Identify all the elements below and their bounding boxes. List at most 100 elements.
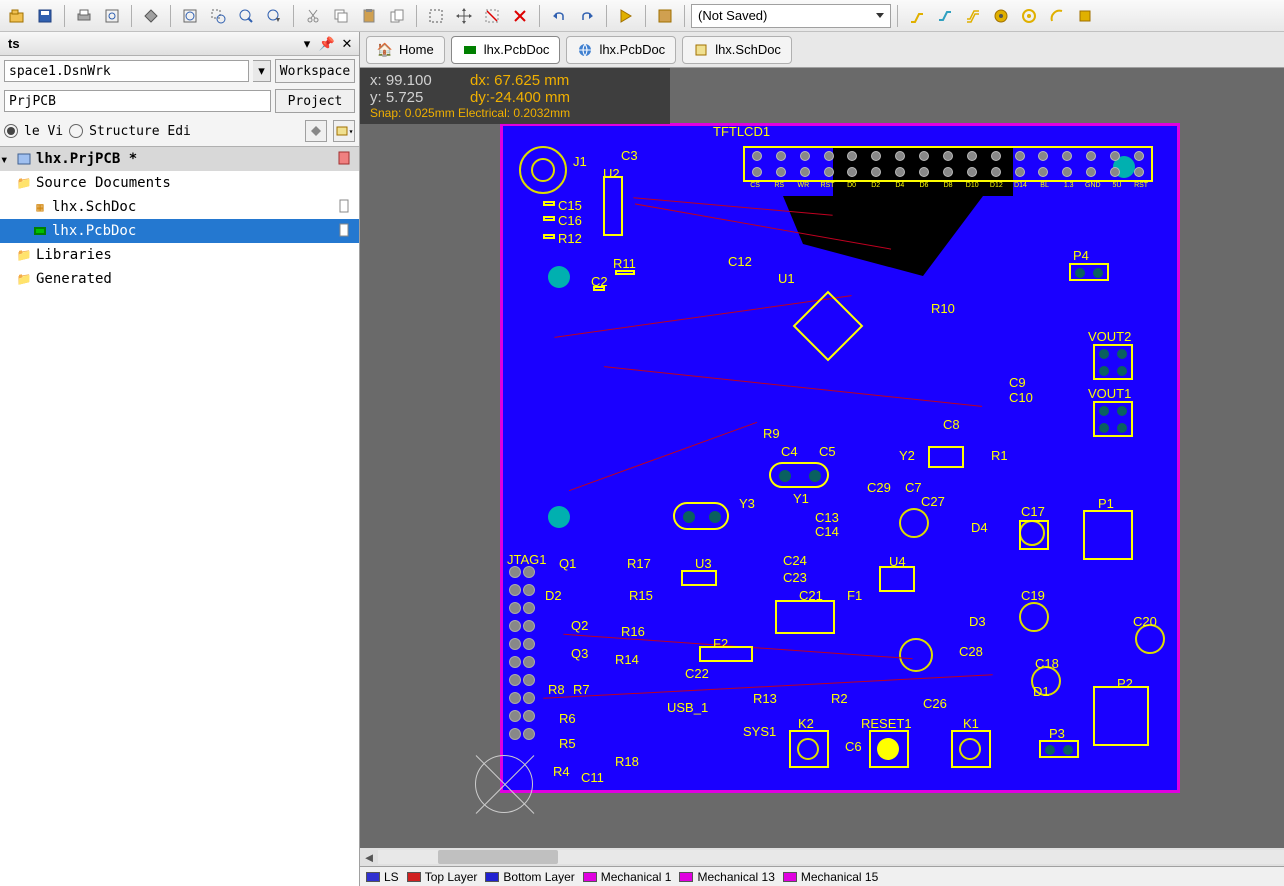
button-reset1 — [869, 730, 909, 768]
pcb-board[interactable]: TFTLCD1 CSRSWRRSTD0D2D4D6D8D10D12D14BL1.… — [500, 123, 1180, 793]
preview-icon[interactable] — [99, 3, 125, 29]
save-icon[interactable] — [32, 3, 58, 29]
panel-titlebar: ts ▾ 📌 ✕ — [0, 32, 359, 56]
coordinate-display: x: 99.100dx: 67.625 mm y: 5.725dy:-24.40… — [360, 68, 670, 124]
route-icon[interactable] — [904, 3, 930, 29]
radio-file-view[interactable] — [4, 124, 18, 138]
home-icon: 🏠 — [377, 42, 393, 58]
pad-icon[interactable] — [1016, 3, 1042, 29]
duplicate-icon[interactable] — [384, 3, 410, 29]
close-icon[interactable]: ✕ — [339, 36, 355, 52]
altium-icon[interactable] — [652, 3, 678, 29]
tab-home[interactable]: 🏠 Home — [366, 36, 445, 64]
connector-tftlcd1 — [743, 146, 1153, 182]
ic-u2 — [603, 176, 623, 236]
run-icon[interactable] — [613, 3, 639, 29]
tree-folder-libraries[interactable]: Libraries — [0, 243, 359, 267]
clear-icon[interactable] — [507, 3, 533, 29]
via-icon[interactable] — [988, 3, 1014, 29]
copy-icon[interactable] — [328, 3, 354, 29]
route-diff-icon[interactable] — [932, 3, 958, 29]
zoom-fit-icon[interactable] — [177, 3, 203, 29]
project-icon — [16, 151, 32, 167]
layer-tab-mech13[interactable]: Mechanical 13 — [679, 870, 774, 884]
connector-vout1 — [1093, 401, 1133, 437]
pcbdoc-icon — [32, 223, 48, 239]
tab-pcbdoc-2[interactable]: lhx.PcbDoc — [566, 36, 676, 64]
select-area-icon[interactable] — [423, 3, 449, 29]
origin-marker — [475, 755, 533, 813]
project-tree: ▾ lhx.PrjPCB * Source Documents lhx.SchD… — [0, 146, 359, 886]
ic-u4 — [879, 566, 915, 592]
print-icon[interactable] — [71, 3, 97, 29]
redo-icon[interactable] — [574, 3, 600, 29]
undo-icon[interactable] — [546, 3, 572, 29]
browser-tab-icon — [577, 42, 593, 58]
chevron-down-icon — [876, 13, 884, 18]
workspace-combo-dropdown[interactable]: ▾ — [253, 60, 271, 82]
layer-tab-top[interactable]: Top Layer — [407, 870, 478, 884]
move-icon[interactable] — [451, 3, 477, 29]
layer-tab-ls[interactable]: LS — [366, 870, 399, 884]
folder-icon — [16, 271, 32, 287]
paste-icon[interactable] — [356, 3, 382, 29]
layer-tab-mech15[interactable]: Mechanical 15 — [783, 870, 878, 884]
tree-root[interactable]: ▾ lhx.PrjPCB * — [0, 147, 359, 171]
compile-icon[interactable] — [138, 3, 164, 29]
doc-icon — [337, 223, 353, 239]
fuse-f1 — [775, 600, 835, 634]
document-combo-text: (Not Saved) — [698, 8, 767, 23]
editor-area: 🏠 Home lhx.PcbDoc lhx.PcbDoc lhx.SchDoc … — [360, 32, 1284, 886]
radio-structure-label: Structure Edi — [89, 124, 191, 139]
pin-icon[interactable]: 📌 — [319, 36, 335, 52]
fill-icon[interactable] — [1072, 3, 1098, 29]
tab-schdoc[interactable]: lhx.SchDoc — [682, 36, 792, 64]
layer-tabs: LS Top Layer Bottom Layer Mechanical 1 M… — [360, 866, 1284, 886]
fiducial — [548, 506, 570, 528]
document-combo[interactable]: (Not Saved) — [691, 4, 891, 28]
tree-folder-generated[interactable]: Generated — [0, 267, 359, 291]
panel-options2-icon[interactable]: ▾ — [333, 120, 355, 142]
doc-status-icon — [337, 151, 353, 167]
pcb-canvas[interactable]: x: 99.100dx: 67.625 mm y: 5.725dy:-24.40… — [360, 68, 1284, 848]
deselect-icon[interactable] — [479, 3, 505, 29]
layer-tab-bottom[interactable]: Bottom Layer — [485, 870, 574, 884]
workspace-button[interactable]: Workspace — [275, 59, 355, 83]
arc-icon[interactable] — [1044, 3, 1070, 29]
document-tabs: 🏠 Home lhx.PcbDoc lhx.PcbDoc lhx.SchDoc — [360, 32, 1284, 68]
scroll-left-arrow[interactable]: ◄ — [360, 849, 378, 865]
panel-options-icon[interactable] — [305, 120, 327, 142]
doc-icon — [337, 199, 353, 215]
zoom-area-icon[interactable] — [205, 3, 231, 29]
zoom-selected-icon[interactable] — [233, 3, 259, 29]
dropdown-icon[interactable]: ▾ — [299, 36, 315, 52]
folder-icon — [16, 247, 32, 263]
radio-file-view-label: le Vi — [24, 124, 63, 139]
schdoc-icon — [32, 199, 48, 215]
tree-file-sch[interactable]: lhx.SchDoc — [0, 195, 359, 219]
horizontal-scrollbar[interactable]: ◄ — [360, 848, 1284, 866]
radio-structure[interactable] — [69, 124, 83, 138]
ic-u3 — [681, 570, 717, 586]
layer-tab-mech1[interactable]: Mechanical 1 — [583, 870, 672, 884]
connector-jtag1 — [509, 566, 537, 746]
workspace-combo[interactable] — [4, 60, 249, 82]
tab-pcbdoc-1[interactable]: lhx.PcbDoc — [451, 36, 561, 64]
project-button[interactable]: Project — [275, 89, 355, 113]
zoom-dropdown-icon[interactable] — [261, 3, 287, 29]
pcb-tab-icon — [462, 42, 478, 58]
project-combo[interactable] — [4, 90, 271, 112]
sch-tab-icon — [693, 42, 709, 58]
fiducial — [548, 266, 570, 288]
tree-file-pcb[interactable]: lhx.PcbDoc — [0, 219, 359, 243]
connector-vout2 — [1093, 344, 1133, 380]
cut-icon[interactable] — [300, 3, 326, 29]
crystal-y1 — [769, 462, 829, 488]
button-k2 — [789, 730, 829, 768]
route-multi-icon[interactable] — [960, 3, 986, 29]
main-toolbar: (Not Saved) — [0, 0, 1284, 32]
crystal-y2 — [928, 446, 964, 468]
scroll-thumb[interactable] — [438, 850, 558, 864]
tree-folder-source[interactable]: Source Documents — [0, 171, 359, 195]
open-icon[interactable] — [4, 3, 30, 29]
